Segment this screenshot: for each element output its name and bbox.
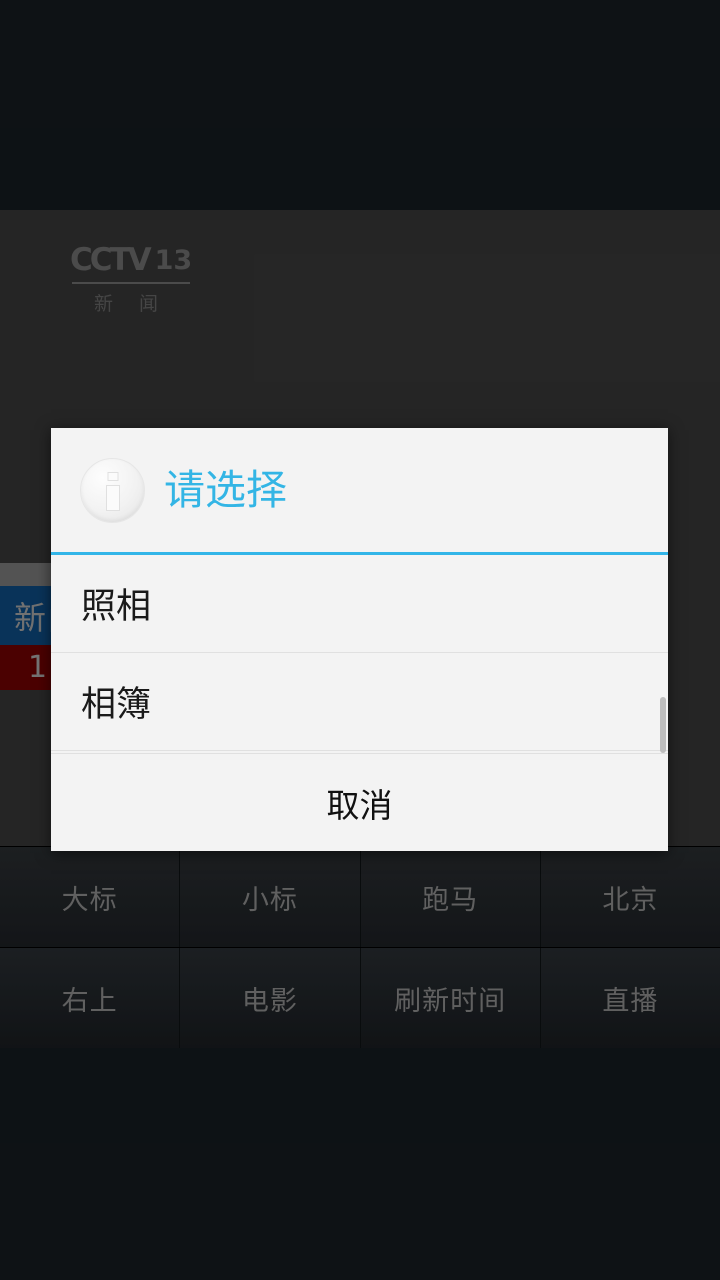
choose-source-dialog: 请选择 照相 相簿 取消	[51, 428, 668, 851]
dialog-header: 请选择	[51, 428, 668, 555]
dialog-cancel-button[interactable]: 取消	[51, 753, 668, 851]
dialog-option-list: 照相 相簿	[51, 555, 668, 753]
dialog-list-scrollbar[interactable]	[660, 697, 666, 753]
dialog-option-album[interactable]: 相簿	[51, 653, 668, 751]
info-icon-stem	[105, 484, 120, 511]
info-icon-dot	[107, 471, 118, 481]
info-icon	[80, 457, 145, 523]
dialog-option-camera[interactable]: 照相	[51, 555, 668, 653]
dialog-title: 请选择	[164, 465, 287, 514]
